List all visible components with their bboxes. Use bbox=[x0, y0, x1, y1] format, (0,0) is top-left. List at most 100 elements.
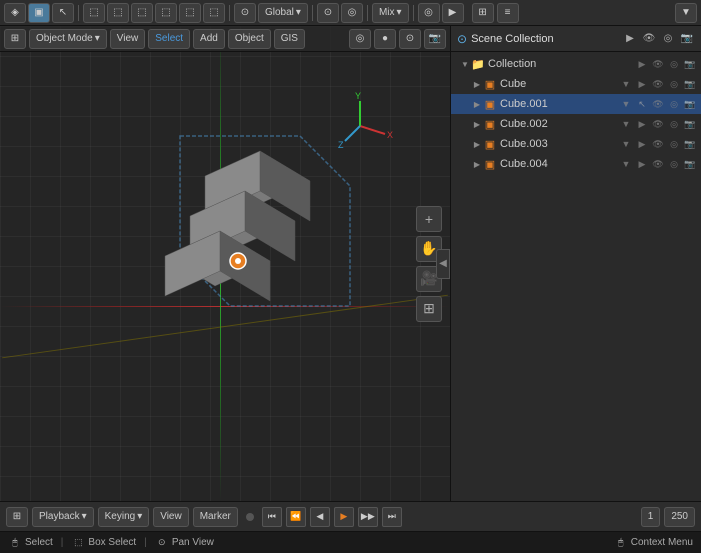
viewport-select-btn[interactable]: Select bbox=[148, 29, 190, 49]
status-pan: ⊙ Pan View bbox=[155, 536, 214, 550]
jump-end-btn[interactable]: ⏭ bbox=[382, 507, 402, 527]
object-mode-btn[interactable]: Object Mode ▾ bbox=[29, 29, 107, 49]
cube003-row-icons: ▼ ▶ 👁 ◎ 📷 bbox=[619, 137, 697, 151]
viewport[interactable]: ⊞ Object Mode ▾ View Select Add Object G… bbox=[0, 26, 451, 501]
frame-start-display[interactable]: 1 bbox=[641, 507, 661, 527]
step-back-btn[interactable]: ◀ bbox=[310, 507, 330, 527]
cube-filter-icon[interactable]: ▼ bbox=[619, 77, 633, 91]
cube002-arrow-icon[interactable]: ▶ bbox=[635, 117, 649, 131]
frame-start-label: 1 bbox=[648, 511, 654, 522]
keying-btn[interactable]: Keying ▾ bbox=[98, 507, 150, 527]
outliner-view-icon[interactable]: ▶ bbox=[622, 31, 638, 47]
panel-collapse-btn[interactable]: ◀ bbox=[436, 249, 450, 279]
outliner-render-icon[interactable]: 📷 bbox=[679, 31, 695, 47]
tree-row-cube[interactable]: ▶ ▣ Cube ▼ ▶ 👁 ◎ 📷 bbox=[451, 74, 701, 94]
pivot-icon[interactable]: ⊙ bbox=[234, 3, 256, 23]
viewport-extra-2[interactable]: 📷 bbox=[424, 29, 446, 49]
col-eye-icon[interactable]: 👁 bbox=[651, 57, 665, 71]
workspace-icon-btn[interactable]: ◈ bbox=[4, 3, 26, 23]
cube003-filter-icon[interactable]: ▼ bbox=[619, 137, 633, 151]
tree-row-cube002[interactable]: ▶ ▣ Cube.002 ▼ ▶ 👁 ◎ 📷 bbox=[451, 114, 701, 134]
shading-material-btn[interactable]: ◎ bbox=[349, 29, 371, 49]
viewport-extra-1[interactable]: ⊙ bbox=[399, 29, 421, 49]
proportional-icon[interactable]: ◎ bbox=[341, 3, 363, 23]
jump-start-btn[interactable]: ⏮ bbox=[262, 507, 282, 527]
cube001-eye-icon[interactable]: 👁 bbox=[651, 97, 665, 111]
tree-row-collection[interactable]: ▼ 📁 Collection ▶ 👁 ◎ 📷 bbox=[451, 54, 701, 74]
toolbar-icon-1[interactable]: ⬚ bbox=[83, 3, 105, 23]
toolbar-icon-6[interactable]: ⬚ bbox=[203, 3, 225, 23]
grid-btn[interactable]: ⊞ bbox=[416, 296, 442, 322]
object-mode-label: Object Mode bbox=[36, 33, 93, 44]
toolbar-icon-2[interactable]: ⬚ bbox=[107, 3, 129, 23]
cube003-arrow-icon[interactable]: ▶ bbox=[635, 137, 649, 151]
cube002-eye-icon[interactable]: 👁 bbox=[651, 117, 665, 131]
cube004-eye-icon[interactable]: 👁 bbox=[651, 157, 665, 171]
transform-label: Global bbox=[265, 7, 294, 18]
col-cam-icon[interactable]: ◎ bbox=[667, 57, 681, 71]
tree-row-cube003[interactable]: ▶ ▣ Cube.003 ▼ ▶ 👁 ◎ 📷 bbox=[451, 134, 701, 154]
cube002-cam-icon[interactable]: ◎ bbox=[667, 117, 681, 131]
cube-label: Cube bbox=[500, 78, 619, 90]
cube004-render-icon[interactable]: 📷 bbox=[683, 157, 697, 171]
cube004-filter-icon[interactable]: ▼ bbox=[619, 157, 633, 171]
transform-global-btn[interactable]: Global ▾ bbox=[258, 3, 308, 23]
marker-btn[interactable]: Marker bbox=[193, 507, 238, 527]
cube001-filter-icon[interactable]: ▼ bbox=[619, 97, 633, 111]
cube001-cam-icon[interactable]: ◎ bbox=[667, 97, 681, 111]
extra-icon-1[interactable]: ◎ bbox=[418, 3, 440, 23]
snap-icon[interactable]: ⊙ bbox=[317, 3, 339, 23]
cube001-render-icon[interactable]: 📷 bbox=[683, 97, 697, 111]
cube-arrow-icon[interactable]: ▶ bbox=[635, 77, 649, 91]
timeline-layout-icon[interactable]: ⊞ bbox=[6, 507, 28, 527]
cube004-cam-icon[interactable]: ◎ bbox=[667, 157, 681, 171]
toolbar-icon-5[interactable]: ⬚ bbox=[179, 3, 201, 23]
step-forward-btn[interactable]: ▶▶ bbox=[358, 507, 378, 527]
jump-back-btn[interactable]: ⏪ bbox=[286, 507, 306, 527]
col-arrow-icon[interactable]: ▶ bbox=[635, 57, 649, 71]
cube001-cursor-icon[interactable]: ↖ bbox=[635, 97, 649, 111]
frame-end-display[interactable]: 250 bbox=[664, 507, 695, 527]
cube003-render-icon[interactable]: 📷 bbox=[683, 137, 697, 151]
outliner-eye-icon[interactable]: 👁 bbox=[641, 31, 657, 47]
cube002-filter-icon[interactable]: ▼ bbox=[619, 117, 633, 131]
outliner-camera-icon[interactable]: ◎ bbox=[660, 31, 676, 47]
col-render-icon[interactable]: 📷 bbox=[683, 57, 697, 71]
viewport-view-btn[interactable]: View bbox=[110, 29, 146, 49]
zoom-in-btn[interactable]: + bbox=[416, 206, 442, 232]
outliner-filter-icon[interactable]: ▼ bbox=[675, 3, 697, 23]
cube-render-icon[interactable]: 📷 bbox=[683, 77, 697, 91]
frame-dot[interactable] bbox=[246, 513, 254, 521]
mouse-box-icon: ⬚ bbox=[71, 536, 85, 550]
cube002-render-icon[interactable]: 📷 bbox=[683, 117, 697, 131]
cube004-arrow-icon[interactable]: ▶ bbox=[635, 157, 649, 171]
cube-cam-icon[interactable]: ◎ bbox=[667, 77, 681, 91]
cube003-cam-icon[interactable]: ◎ bbox=[667, 137, 681, 151]
tree-row-cube001[interactable]: ▶ ▣ Cube.001 ▼ ↖ 👁 ◎ 📷 bbox=[451, 94, 701, 114]
outliner-icon-1[interactable]: ⊞ bbox=[472, 3, 494, 23]
viewport-layout-btn[interactable]: ⊞ bbox=[4, 29, 26, 49]
viewport-gis-btn[interactable]: GIS bbox=[274, 29, 305, 49]
viewport-header: ⊞ Object Mode ▾ View Select Add Object G… bbox=[0, 26, 450, 52]
mix-btn[interactable]: Mix ▾ bbox=[372, 3, 409, 23]
cube003-eye-icon[interactable]: 👁 bbox=[651, 137, 665, 151]
extra-icon-2[interactable]: ▶ bbox=[442, 3, 464, 23]
marker-label: Marker bbox=[200, 511, 231, 522]
timeline-view-btn[interactable]: View bbox=[153, 507, 189, 527]
toolbar-icon-4[interactable]: ⬚ bbox=[155, 3, 177, 23]
viewport-add-btn[interactable]: Add bbox=[193, 29, 225, 49]
frame-end-label: 250 bbox=[671, 511, 688, 522]
tree-row-cube004[interactable]: ▶ ▣ Cube.004 ▼ ▶ 👁 ◎ 📷 bbox=[451, 154, 701, 174]
toolbar-icon-3[interactable]: ⬚ bbox=[131, 3, 153, 23]
status-context: 🖱 Context Menu bbox=[614, 536, 693, 550]
outliner-icon-2[interactable]: ≡ bbox=[497, 3, 519, 23]
playback-btn[interactable]: Playback ▾ bbox=[32, 507, 94, 527]
cube-eye-icon[interactable]: 👁 bbox=[651, 77, 665, 91]
viewport-object-btn[interactable]: Object bbox=[228, 29, 271, 49]
shading-solid-btn[interactable]: ● bbox=[374, 29, 396, 49]
select-tool-btn[interactable]: ▣ bbox=[28, 3, 50, 23]
play-btn[interactable]: ▶ bbox=[334, 507, 354, 527]
viewport-select-label: Select bbox=[155, 33, 183, 44]
main-area: ⊞ Object Mode ▾ View Select Add Object G… bbox=[0, 26, 701, 501]
tweak-tool-btn[interactable]: ↖ bbox=[52, 3, 74, 23]
